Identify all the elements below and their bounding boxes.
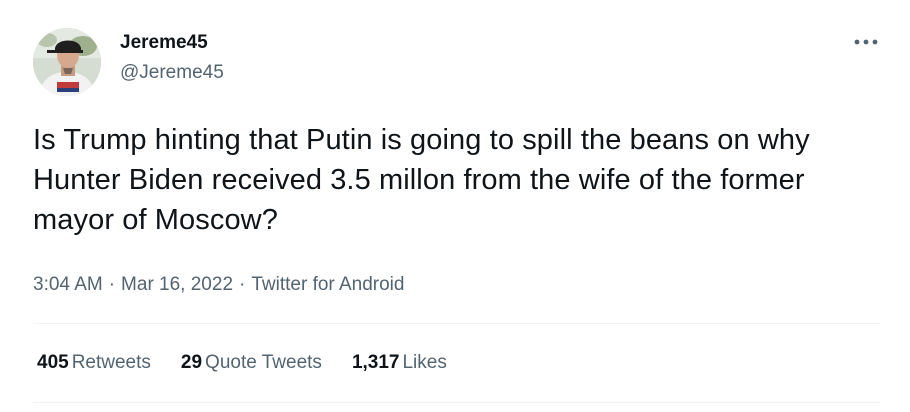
avatar-image xyxy=(33,28,101,96)
more-horizontal-icon xyxy=(854,39,878,45)
author-info: Jereme45 @Jereme45 xyxy=(120,30,224,86)
likes-count: 1,317 xyxy=(351,352,400,373)
retweets-count: 405 xyxy=(37,352,69,373)
tweet-source[interactable]: Twitter for Android xyxy=(251,274,404,295)
divider xyxy=(33,323,880,324)
more-options-button[interactable] xyxy=(848,32,884,52)
quote-tweets-label: Quote Tweets xyxy=(205,352,322,373)
likes-stat[interactable]: 1,317 Likes xyxy=(352,350,447,376)
author-display-name[interactable]: Jereme45 xyxy=(120,30,224,56)
likes-label: Likes xyxy=(402,352,447,373)
tweet-text: Is Trump hinting that Putin is going to … xyxy=(33,124,810,236)
tweet-metadata: 3:04 AM · Mar 16, 2022 · Twitter for Android xyxy=(33,272,404,298)
retweets-stat[interactable]: 405 Retweets xyxy=(37,350,151,376)
retweets-label: Retweets xyxy=(71,352,151,373)
avatar[interactable] xyxy=(33,28,101,96)
engagement-stats: 405 Retweets 29 Quote Tweets 1,317 Likes xyxy=(37,350,477,376)
quote-tweets-count: 29 xyxy=(180,352,203,373)
tweet-detail: Jereme45 @Jereme45 Is Trump hinting that… xyxy=(0,0,910,412)
tweet-date[interactable]: Mar 16, 2022 xyxy=(121,274,233,295)
tweet-time[interactable]: 3:04 AM xyxy=(33,274,103,295)
quote-tweets-stat[interactable]: 29 Quote Tweets xyxy=(181,350,322,376)
meta-separator: · xyxy=(239,274,246,295)
author-handle[interactable]: @Jereme45 xyxy=(120,60,224,86)
meta-separator: · xyxy=(108,274,116,295)
divider xyxy=(33,402,880,403)
